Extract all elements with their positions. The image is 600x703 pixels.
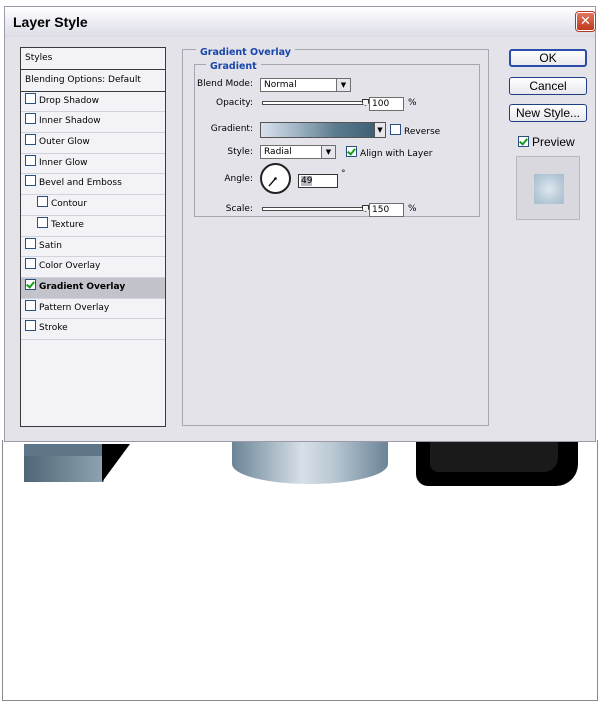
- gradient-label: Gradient:: [210, 124, 253, 134]
- angle-dial[interactable]: [260, 163, 291, 194]
- scale-unit: %: [408, 204, 417, 214]
- angle-unit: °: [341, 169, 346, 179]
- style-preview-thumbnail: [516, 156, 580, 220]
- preview-checkbox[interactable]: [518, 136, 529, 147]
- preview-label: Preview: [532, 135, 575, 149]
- layer-style-dialog: Layer Style ✕ Styles Blending Options: D…: [4, 6, 596, 442]
- dialog-body: Styles Blending Options: Default Drop Sha…: [8, 37, 592, 439]
- style-item-label: Satin: [39, 240, 62, 251]
- styles-list-item[interactable]: Satin: [21, 237, 165, 258]
- styles-list-item[interactable]: Pattern Overlay: [21, 299, 165, 320]
- style-item-label: Texture: [51, 219, 84, 230]
- angle-field[interactable]: 49: [298, 174, 338, 188]
- styles-list-item[interactable]: Inner Glow: [21, 154, 165, 175]
- style-item-label: Drop Shadow: [39, 95, 100, 106]
- blend-mode-select[interactable]: Normal ▼: [260, 78, 351, 92]
- scale-field[interactable]: 150: [369, 203, 404, 217]
- style-label: Style:: [227, 147, 253, 157]
- artwork-left-block-face: [24, 456, 104, 482]
- styles-list-item[interactable]: Blending Options: Default: [21, 71, 165, 92]
- style-checkbox[interactable]: [37, 196, 48, 208]
- style-item-label: Inner Glow: [39, 157, 88, 168]
- style-item-label: Contour: [51, 199, 87, 210]
- styles-list-item[interactable]: Drop Shadow: [21, 92, 165, 113]
- align-with-layer-row[interactable]: Align with Layer: [346, 146, 432, 159]
- chevron-down-icon: ▼: [321, 146, 335, 158]
- close-button[interactable]: ✕: [575, 11, 596, 32]
- style-item-label: Pattern Overlay: [39, 302, 110, 313]
- styles-list-item[interactable]: Outer Glow: [21, 133, 165, 154]
- reverse-label: Reverse: [404, 127, 441, 137]
- reverse-checkbox-row[interactable]: Reverse: [390, 124, 440, 137]
- style-checkbox[interactable]: [25, 134, 36, 146]
- style-checkbox[interactable]: [25, 113, 36, 125]
- style-checkbox[interactable]: [25, 320, 36, 332]
- style-checkbox[interactable]: [25, 258, 36, 270]
- styles-list-item[interactable]: Gradient Overlay: [21, 277, 165, 299]
- style-checkbox[interactable]: [25, 92, 36, 104]
- scale-slider[interactable]: [262, 207, 366, 211]
- style-item-label: Inner Shadow: [39, 116, 101, 127]
- styles-list-item[interactable]: Stroke: [21, 319, 165, 340]
- gradient-dropdown-arrow[interactable]: ▼: [375, 122, 386, 138]
- chevron-down-icon: ▼: [377, 126, 383, 134]
- style-preview-swatch: [534, 174, 564, 204]
- style-item-label: Color Overlay: [39, 261, 101, 272]
- style-item-label: Outer Glow: [39, 137, 90, 148]
- style-checkbox[interactable]: [25, 175, 36, 187]
- style-checkbox[interactable]: [25, 154, 36, 166]
- opacity-field[interactable]: 100: [369, 97, 404, 111]
- reverse-checkbox[interactable]: [390, 124, 401, 135]
- opacity-slider[interactable]: [262, 101, 366, 105]
- angle-dial-needle-icon: [268, 177, 277, 187]
- align-with-layer-label: Align with Layer: [360, 149, 433, 159]
- gradient-overlay-title: Gradient Overlay: [196, 47, 295, 58]
- opacity-label: Opacity:: [216, 98, 253, 108]
- cancel-button[interactable]: Cancel: [509, 77, 587, 95]
- styles-list-item[interactable]: Inner Shadow: [21, 112, 165, 134]
- ok-button[interactable]: OK: [509, 49, 587, 67]
- styles-list-item[interactable]: Bevel and Emboss: [21, 174, 165, 196]
- dialog-titlebar[interactable]: Layer Style ✕: [5, 7, 596, 37]
- scale-label: Scale:: [225, 204, 253, 214]
- opacity-unit: %: [408, 98, 417, 108]
- artwork-right-shape-inner: [430, 442, 558, 472]
- angle-label: Angle:: [224, 174, 253, 184]
- styles-list-header[interactable]: Styles: [21, 48, 165, 70]
- styles-list: Styles Blending Options: Default Drop Sha…: [20, 47, 166, 427]
- chevron-down-icon: ▼: [336, 79, 350, 91]
- style-item-label: Gradient Overlay: [39, 281, 126, 292]
- style-item-label: Bevel and Emboss: [39, 178, 122, 189]
- blend-mode-label: Blend Mode:: [196, 79, 253, 89]
- style-item-label: Blending Options: Default: [25, 75, 141, 85]
- style-checkbox[interactable]: [37, 216, 48, 228]
- blend-mode-value: Normal: [264, 80, 297, 90]
- preview-checkbox-row[interactable]: Preview: [518, 135, 575, 149]
- style-select[interactable]: Radial ▼: [260, 145, 336, 159]
- style-checkbox[interactable]: [25, 299, 36, 311]
- style-value: Radial: [264, 147, 292, 157]
- new-style-button[interactable]: New Style...: [509, 104, 587, 122]
- styles-list-item[interactable]: Texture: [21, 216, 165, 237]
- gradient-subgroup-title: Gradient: [206, 61, 261, 72]
- style-item-label: Stroke: [39, 323, 68, 334]
- styles-list-item[interactable]: Contour: [21, 195, 165, 216]
- angle-value: 49: [301, 176, 313, 186]
- artwork-cylinder: [232, 442, 388, 484]
- style-checkbox[interactable]: [25, 237, 36, 249]
- gradient-preview-picker[interactable]: [260, 122, 375, 138]
- align-with-layer-checkbox[interactable]: [346, 146, 357, 157]
- style-checkbox[interactable]: [25, 278, 36, 290]
- styles-list-item[interactable]: Color Overlay: [21, 257, 165, 278]
- close-icon: ✕: [580, 14, 591, 29]
- dialog-title: Layer Style: [13, 14, 88, 30]
